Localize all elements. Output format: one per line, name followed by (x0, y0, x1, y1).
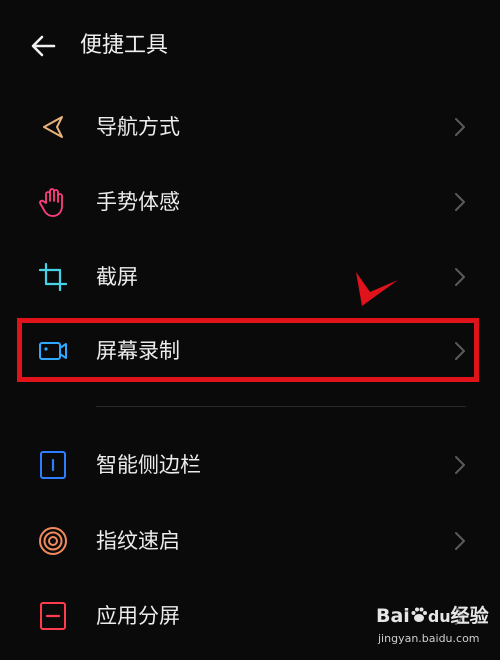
menu-item-navigation[interactable]: 导航方式 (0, 92, 500, 162)
menu-item-label: 导航方式 (96, 115, 180, 139)
crop-screenshot-icon (38, 262, 68, 292)
menu-item-label: 智能侧边栏 (96, 453, 201, 477)
menu-item-label: 截屏 (96, 265, 138, 289)
hand-gesture-icon (39, 188, 63, 217)
fingerprint-icon (39, 527, 67, 555)
menu-item-gesture[interactable]: 手势体感 (0, 167, 500, 237)
page-title: 便捷工具 (80, 33, 169, 58)
header: 便捷工具 (0, 0, 500, 92)
paw-icon (411, 607, 427, 622)
watermark-logo: Bai du经验 (376, 602, 489, 631)
watermark-brand-cn: 经验 (450, 605, 489, 627)
menu-item-label: 手势体感 (96, 190, 180, 214)
section-divider (96, 406, 466, 407)
menu-item-label: 指纹速启 (96, 529, 180, 553)
arrow-left-icon[interactable] (28, 30, 60, 62)
watermark: Bai du经验 jingyan.baidu.com (376, 602, 496, 658)
chevron-right-icon (455, 532, 465, 550)
pointer-arrow-icon (356, 272, 398, 306)
watermark-brand: Bai (376, 605, 410, 627)
highlight-box (17, 318, 479, 382)
watermark-brand-suffix: du (427, 607, 451, 626)
navigation-triangle-icon (43, 116, 63, 138)
chevron-right-icon (455, 456, 465, 474)
watermark-url: jingyan.baidu.com (378, 632, 480, 645)
menu-item-fingerprint[interactable]: 指纹速启 (0, 506, 500, 576)
menu-item-screenshot[interactable]: 截屏 (0, 242, 500, 312)
smart-sidebar-icon (40, 451, 66, 479)
chevron-right-icon (455, 268, 465, 286)
chevron-right-icon (455, 118, 465, 136)
chevron-right-icon (455, 193, 465, 211)
split-screen-icon (40, 602, 66, 630)
menu-item-label: 应用分屏 (96, 604, 180, 628)
menu-item-smart-sidebar[interactable]: 智能侧边栏 (0, 430, 500, 500)
